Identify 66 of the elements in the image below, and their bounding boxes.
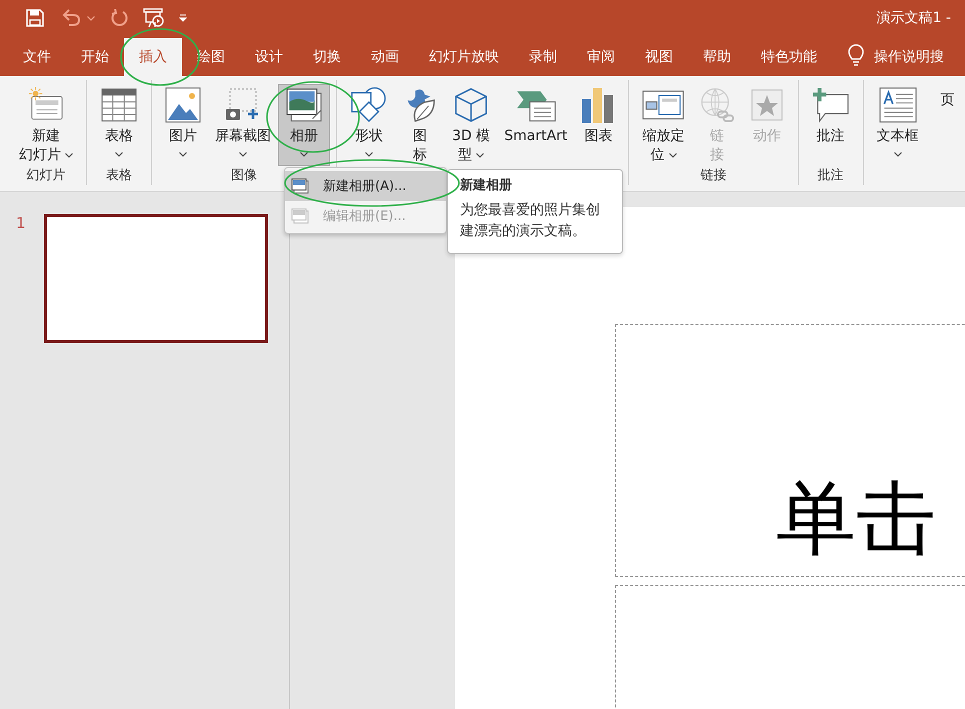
ribbon-button[interactable]: 表格 (93, 84, 146, 166)
ribbon-tab[interactable]: 切换 (298, 38, 356, 76)
ribbon-button[interactable]: 文本框 (870, 84, 926, 166)
ribbon-button[interactable]: 图 标 (395, 84, 446, 166)
window-title: 演示文稿1 - (876, 9, 952, 27)
tooltip-title: 新建相册 (460, 176, 513, 194)
ribbon-button[interactable]: 3D 模 型 (445, 84, 498, 166)
ribbon-tab[interactable]: 录制 (514, 38, 572, 76)
picture-icon (165, 87, 202, 123)
customize-caret-icon[interactable] (179, 14, 187, 22)
menu-item[interactable]: 新建相册(A)... (285, 171, 446, 201)
caret-icon (668, 153, 677, 158)
caret-icon (239, 152, 248, 157)
save-icon[interactable] (26, 9, 44, 27)
ribbon-button[interactable]: 图表 (574, 84, 622, 166)
ribbon-tab[interactable]: 开始 (66, 38, 124, 76)
ribbon-button[interactable]: 缩放定 位 (635, 84, 692, 166)
ribbon-tab[interactable]: 帮助 (688, 38, 746, 76)
caret-icon (115, 152, 124, 157)
shapes-icon (350, 87, 388, 123)
ribbon-button[interactable]: 页 (926, 84, 965, 166)
photo-album-icon (291, 178, 309, 194)
ribbon-tab[interactable]: 审阅 (572, 38, 630, 76)
slide-thumbnail[interactable] (44, 214, 268, 343)
ribbon-button[interactable]: 相册 (278, 84, 330, 166)
ribbon-button[interactable]: 批注 (804, 84, 857, 166)
redo-icon[interactable] (111, 9, 129, 27)
ribbon-tab[interactable]: 插入 (124, 38, 182, 76)
ribbon-button[interactable]: SmartArt (497, 84, 574, 166)
ribbon-button[interactable]: 新建 幻灯片 (12, 84, 80, 166)
ribbon-tab[interactable]: 特色功能 (746, 38, 832, 76)
caret-icon (476, 153, 484, 158)
group-label: 批注 (818, 167, 844, 185)
ribbon-tab[interactable]: 视图 (630, 38, 688, 76)
ribbon-tab[interactable]: 文件 (8, 38, 66, 76)
ribbon-button[interactable]: 屏幕截图 (208, 84, 278, 166)
globe-link-icon (698, 87, 735, 123)
caret-icon (365, 152, 374, 157)
table-icon (100, 87, 138, 123)
presentation-icon[interactable] (143, 8, 165, 28)
slide-number: 1 (16, 214, 26, 232)
ribbon-tab[interactable]: 设计 (240, 38, 298, 76)
caret-icon (179, 152, 188, 157)
caret-icon (300, 152, 308, 157)
ribbon-tab[interactable]: 幻灯片放映 (414, 38, 514, 76)
cube-icon (454, 87, 488, 123)
tooltip-text: 为您最喜爱的照片集创建漂亮的演示文稿。 (460, 201, 601, 241)
caret-icon (65, 153, 73, 158)
tell-me-search[interactable]: 操作说明搜 (874, 48, 944, 66)
bar-chart-icon (581, 87, 616, 123)
title-placeholder[interactable]: 单击 (615, 324, 965, 577)
group-label: 表格 (106, 167, 132, 185)
ribbon-button[interactable]: 形状 (343, 84, 396, 166)
ribbon-tab[interactable]: 动画 (356, 38, 414, 76)
photo-album-icon (285, 87, 324, 123)
lightbulb-icon[interactable] (848, 44, 864, 66)
photo-album-icon (291, 208, 309, 224)
group-label: 链接 (700, 167, 727, 185)
comment-icon (812, 87, 850, 123)
caret-icon (894, 152, 902, 157)
title-placeholder-text: 单击 (776, 471, 936, 567)
ribbon-button[interactable]: 图片 (158, 84, 208, 166)
group-label: 图像 (231, 167, 258, 185)
text-box-icon (878, 87, 917, 123)
group-label: 幻灯片 (26, 167, 66, 185)
caret-icon[interactable] (87, 16, 95, 20)
